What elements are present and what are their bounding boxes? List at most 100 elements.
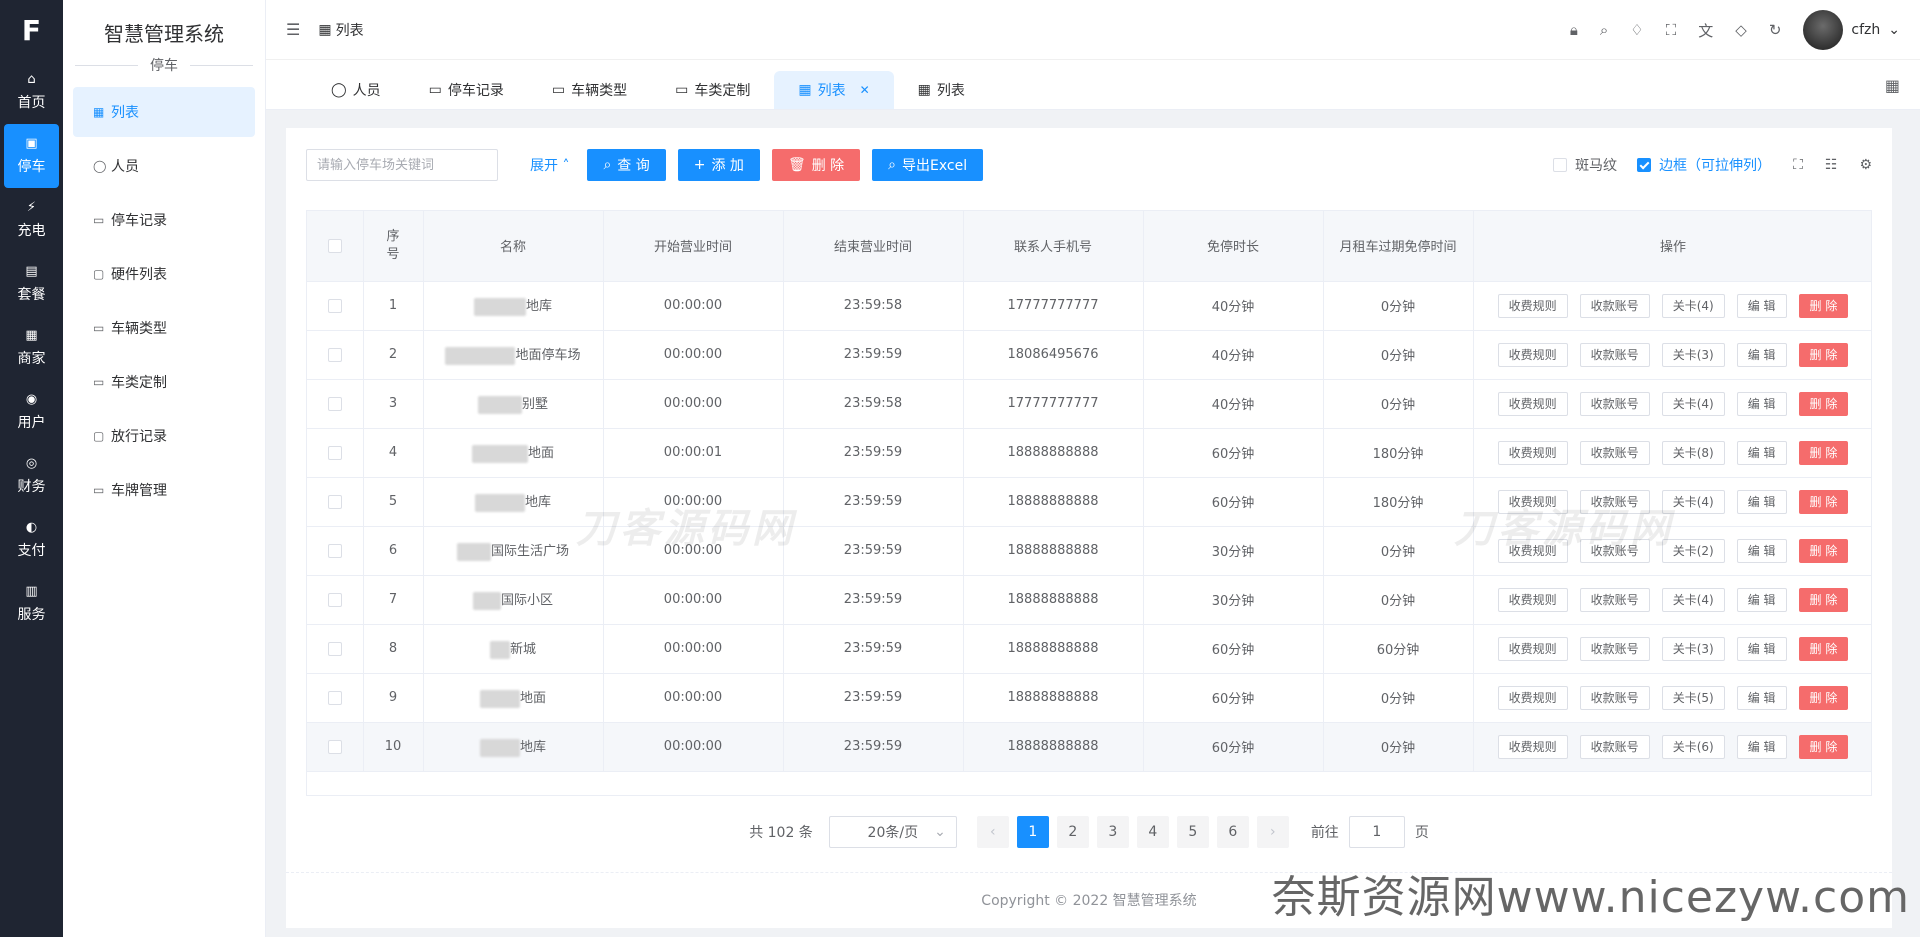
row-delete-button[interactable]: 删 除 <box>1798 538 1849 563</box>
edit-button[interactable]: 编 辑 <box>1736 538 1787 563</box>
sidebar-item-5[interactable]: ▭ 车类定制 <box>73 357 255 407</box>
query-button[interactable]: ⌕ 查 询 <box>587 149 666 181</box>
row-select-cell[interactable] <box>307 624 364 674</box>
gate-button[interactable]: 关卡(3) <box>1661 342 1725 367</box>
charge-rule-button[interactable]: 收费规则 <box>1497 489 1568 514</box>
row-delete-button[interactable]: 删 除 <box>1798 587 1849 612</box>
charge-rule-button[interactable]: 收费规则 <box>1497 342 1568 367</box>
refresh-icon[interactable]: ↻ <box>1769 21 1782 39</box>
gate-button[interactable]: 关卡(4) <box>1661 293 1725 318</box>
checkbox-icon[interactable] <box>327 641 342 656</box>
next-page-button[interactable]: › <box>1256 816 1289 848</box>
rail-item-3[interactable]: ▤ 套餐 <box>0 252 63 316</box>
charge-rule-button[interactable]: 收费规则 <box>1497 587 1568 612</box>
checkbox-icon[interactable] <box>327 396 342 411</box>
checkbox-icon[interactable] <box>327 445 342 460</box>
checkbox-icon[interactable] <box>327 238 342 253</box>
row-select-cell[interactable] <box>307 722 364 772</box>
row-delete-button[interactable]: 删 除 <box>1798 342 1849 367</box>
edit-button[interactable]: 编 辑 <box>1736 489 1787 514</box>
edit-button[interactable]: 编 辑 <box>1736 342 1787 367</box>
page-button[interactable]: 2 <box>1056 816 1089 848</box>
avatar[interactable] <box>1803 10 1844 50</box>
rail-item-8[interactable]: ▥ 服务 <box>0 572 63 636</box>
sidebar-item-2[interactable]: ▭ 停车记录 <box>73 195 255 245</box>
page-button[interactable]: 6 <box>1216 816 1249 848</box>
gate-button[interactable]: 关卡(5) <box>1661 685 1725 710</box>
gate-button[interactable]: 关卡(4) <box>1661 587 1725 612</box>
rail-item-2[interactable]: ⚡ 充电 <box>0 188 63 252</box>
goto-page-input[interactable] <box>1348 816 1405 848</box>
user-menu[interactable]: cfzh ⌄ <box>1803 10 1900 50</box>
border-checkbox[interactable]: 边框（可拉伸列） <box>1637 155 1771 175</box>
page-button[interactable]: 5 <box>1176 816 1209 848</box>
charge-rule-button[interactable]: 收费规则 <box>1497 538 1568 563</box>
checkbox-icon[interactable] <box>327 592 342 607</box>
bell-icon[interactable]: ♢ <box>1630 21 1643 39</box>
export-excel-button[interactable]: ⌕ 导出Excel <box>872 149 984 181</box>
translate-icon[interactable]: 文 <box>1698 20 1713 41</box>
row-select-cell[interactable] <box>307 575 364 625</box>
sidebar-item-6[interactable]: ▢ 放行记录 <box>73 411 255 461</box>
sidebar-item-4[interactable]: ▭ 车辆类型 <box>73 303 255 353</box>
account-button[interactable]: 收款账号 <box>1579 391 1650 416</box>
page-size-select[interactable]: 20条/页 ⌄ <box>828 816 957 848</box>
sidebar-item-7[interactable]: ▭ 车牌管理 <box>73 465 255 515</box>
row-select-cell[interactable] <box>307 526 364 576</box>
edit-button[interactable]: 编 辑 <box>1736 734 1787 759</box>
account-button[interactable]: 收款账号 <box>1579 342 1650 367</box>
row-select-cell[interactable] <box>307 281 364 331</box>
tabs-menu-icon[interactable]: ▦ <box>1885 76 1900 95</box>
gate-button[interactable]: 关卡(6) <box>1661 734 1725 759</box>
sidebar-item-0[interactable]: ▦ 列表 <box>73 87 255 137</box>
rail-item-6[interactable]: ◎ 财务 <box>0 444 63 508</box>
rail-item-5[interactable]: ◉ 用户 <box>0 380 63 444</box>
account-button[interactable]: 收款账号 <box>1579 538 1650 563</box>
expand-toggle[interactable]: 展开 ˄ <box>530 155 569 175</box>
edit-button[interactable]: 编 辑 <box>1736 440 1787 465</box>
select-all-cell[interactable] <box>307 211 364 282</box>
tab-1[interactable]: ▭ 停车记录 <box>405 71 528 109</box>
add-button[interactable]: + 添 加 <box>677 149 760 181</box>
search-input[interactable] <box>306 149 498 181</box>
account-button[interactable]: 收款账号 <box>1579 587 1650 612</box>
lock-icon[interactable]: 🔒︎ <box>1570 21 1578 39</box>
edit-button[interactable]: 编 辑 <box>1736 685 1787 710</box>
column-settings-icon[interactable]: ☷ <box>1825 157 1838 173</box>
checkbox-icon[interactable] <box>327 494 342 509</box>
tab-5[interactable]: ▦ 列表 <box>894 71 989 109</box>
account-button[interactable]: 收款账号 <box>1579 685 1650 710</box>
sidebar-item-3[interactable]: ▢ 硬件列表 <box>73 249 255 299</box>
edit-button[interactable]: 编 辑 <box>1736 636 1787 661</box>
sidebar-item-1[interactable]: ◯ 人员 <box>73 141 255 191</box>
charge-rule-button[interactable]: 收费规则 <box>1497 734 1568 759</box>
row-select-cell[interactable] <box>307 428 364 478</box>
edit-button[interactable]: 编 辑 <box>1736 391 1787 416</box>
row-delete-button[interactable]: 删 除 <box>1798 636 1849 661</box>
checkbox-icon[interactable] <box>327 298 342 313</box>
tab-2[interactable]: ▭ 车辆类型 <box>528 71 651 109</box>
gate-button[interactable]: 关卡(2) <box>1661 538 1725 563</box>
row-delete-button[interactable]: 删 除 <box>1798 685 1849 710</box>
edit-button[interactable]: 编 辑 <box>1736 587 1787 612</box>
account-button[interactable]: 收款账号 <box>1579 440 1650 465</box>
page-button[interactable]: 3 <box>1096 816 1129 848</box>
tab-0[interactable]: ◯ 人员 <box>307 71 405 109</box>
checkbox-icon[interactable] <box>327 347 342 362</box>
checkbox-icon[interactable] <box>327 739 342 754</box>
row-delete-button[interactable]: 删 除 <box>1798 489 1849 514</box>
zebra-checkbox[interactable]: 斑马纹 <box>1553 155 1617 175</box>
rail-item-1[interactable]: ▣ 停车 <box>4 124 59 188</box>
gate-button[interactable]: 关卡(3) <box>1661 636 1725 661</box>
charge-rule-button[interactable]: 收费规则 <box>1497 636 1568 661</box>
page-button[interactable]: 1 <box>1016 816 1049 848</box>
account-button[interactable]: 收款账号 <box>1579 636 1650 661</box>
account-button[interactable]: 收款账号 <box>1579 489 1650 514</box>
row-select-cell[interactable] <box>307 477 364 527</box>
fullscreen-icon[interactable]: ⛶ <box>1793 157 1803 173</box>
gear-icon[interactable]: ⚙ <box>1859 157 1872 173</box>
account-button[interactable]: 收款账号 <box>1579 734 1650 759</box>
tab-4[interactable]: ▦ 列表 ✕ <box>774 71 894 109</box>
gate-button[interactable]: 关卡(8) <box>1661 440 1725 465</box>
row-select-cell[interactable] <box>307 673 364 723</box>
